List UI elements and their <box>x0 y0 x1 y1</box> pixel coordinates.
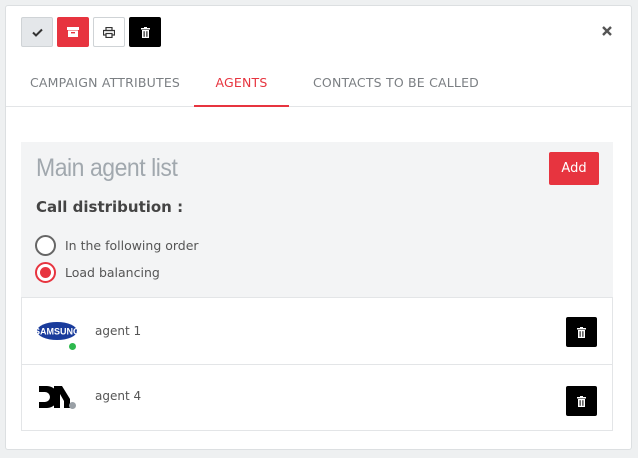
delete-agent-button[interactable] <box>566 317 597 347</box>
archive-button[interactable] <box>57 17 89 47</box>
status-offline-dot <box>69 402 76 409</box>
main-agent-list-section: Main agent list Add Call distribution : … <box>21 142 613 298</box>
print-button[interactable] <box>93 17 125 47</box>
tab-bar: CAMPAIGN ATTRIBUTES AGENTS CONTACTS TO B… <box>6 66 631 107</box>
check-icon <box>31 28 43 37</box>
trash-icon <box>577 395 586 407</box>
delete-agent-button[interactable] <box>566 386 597 416</box>
option-label: In the following order <box>65 238 199 253</box>
agent-name: agent 1 <box>95 324 142 338</box>
radio-load-balancing[interactable] <box>35 262 56 283</box>
validate-button[interactable] <box>21 17 53 47</box>
toolbar <box>21 17 161 47</box>
close-icon <box>602 26 612 36</box>
samsung-logo: SAMSUNG <box>36 322 78 340</box>
call-distribution-label: Call distribution : <box>36 198 184 216</box>
option-label: Load balancing <box>65 265 160 280</box>
close-button[interactable] <box>601 22 613 36</box>
list-item: agent 4 <box>22 364 612 430</box>
agent-name: agent 4 <box>95 389 142 403</box>
option-following-order[interactable]: In the following order <box>35 235 199 256</box>
tab-agents[interactable]: AGENTS <box>194 66 289 107</box>
section-title: Main agent list <box>36 154 178 182</box>
delete-button[interactable] <box>129 17 161 47</box>
trash-icon <box>577 326 586 338</box>
radio-following-order[interactable] <box>35 235 56 256</box>
option-load-balancing[interactable]: Load balancing <box>35 262 160 283</box>
tab-campaign-attributes[interactable]: CAMPAIGN ATTRIBUTES <box>30 66 180 107</box>
add-agent-button[interactable]: Add <box>549 152 599 185</box>
archive-icon <box>67 27 79 37</box>
list-item: SAMSUNG agent 1 <box>22 298 612 364</box>
trash-icon <box>140 26 150 38</box>
print-icon <box>103 26 115 38</box>
logo-text: SAMSUNG <box>36 327 78 337</box>
tab-contacts-to-be-called[interactable]: CONTACTS TO BE CALLED <box>313 66 479 107</box>
campaign-panel: CAMPAIGN ATTRIBUTES AGENTS CONTACTS TO B… <box>5 5 632 450</box>
status-online-dot <box>69 343 76 350</box>
agent-list: SAMSUNG agent 1 agent 4 <box>21 297 613 431</box>
